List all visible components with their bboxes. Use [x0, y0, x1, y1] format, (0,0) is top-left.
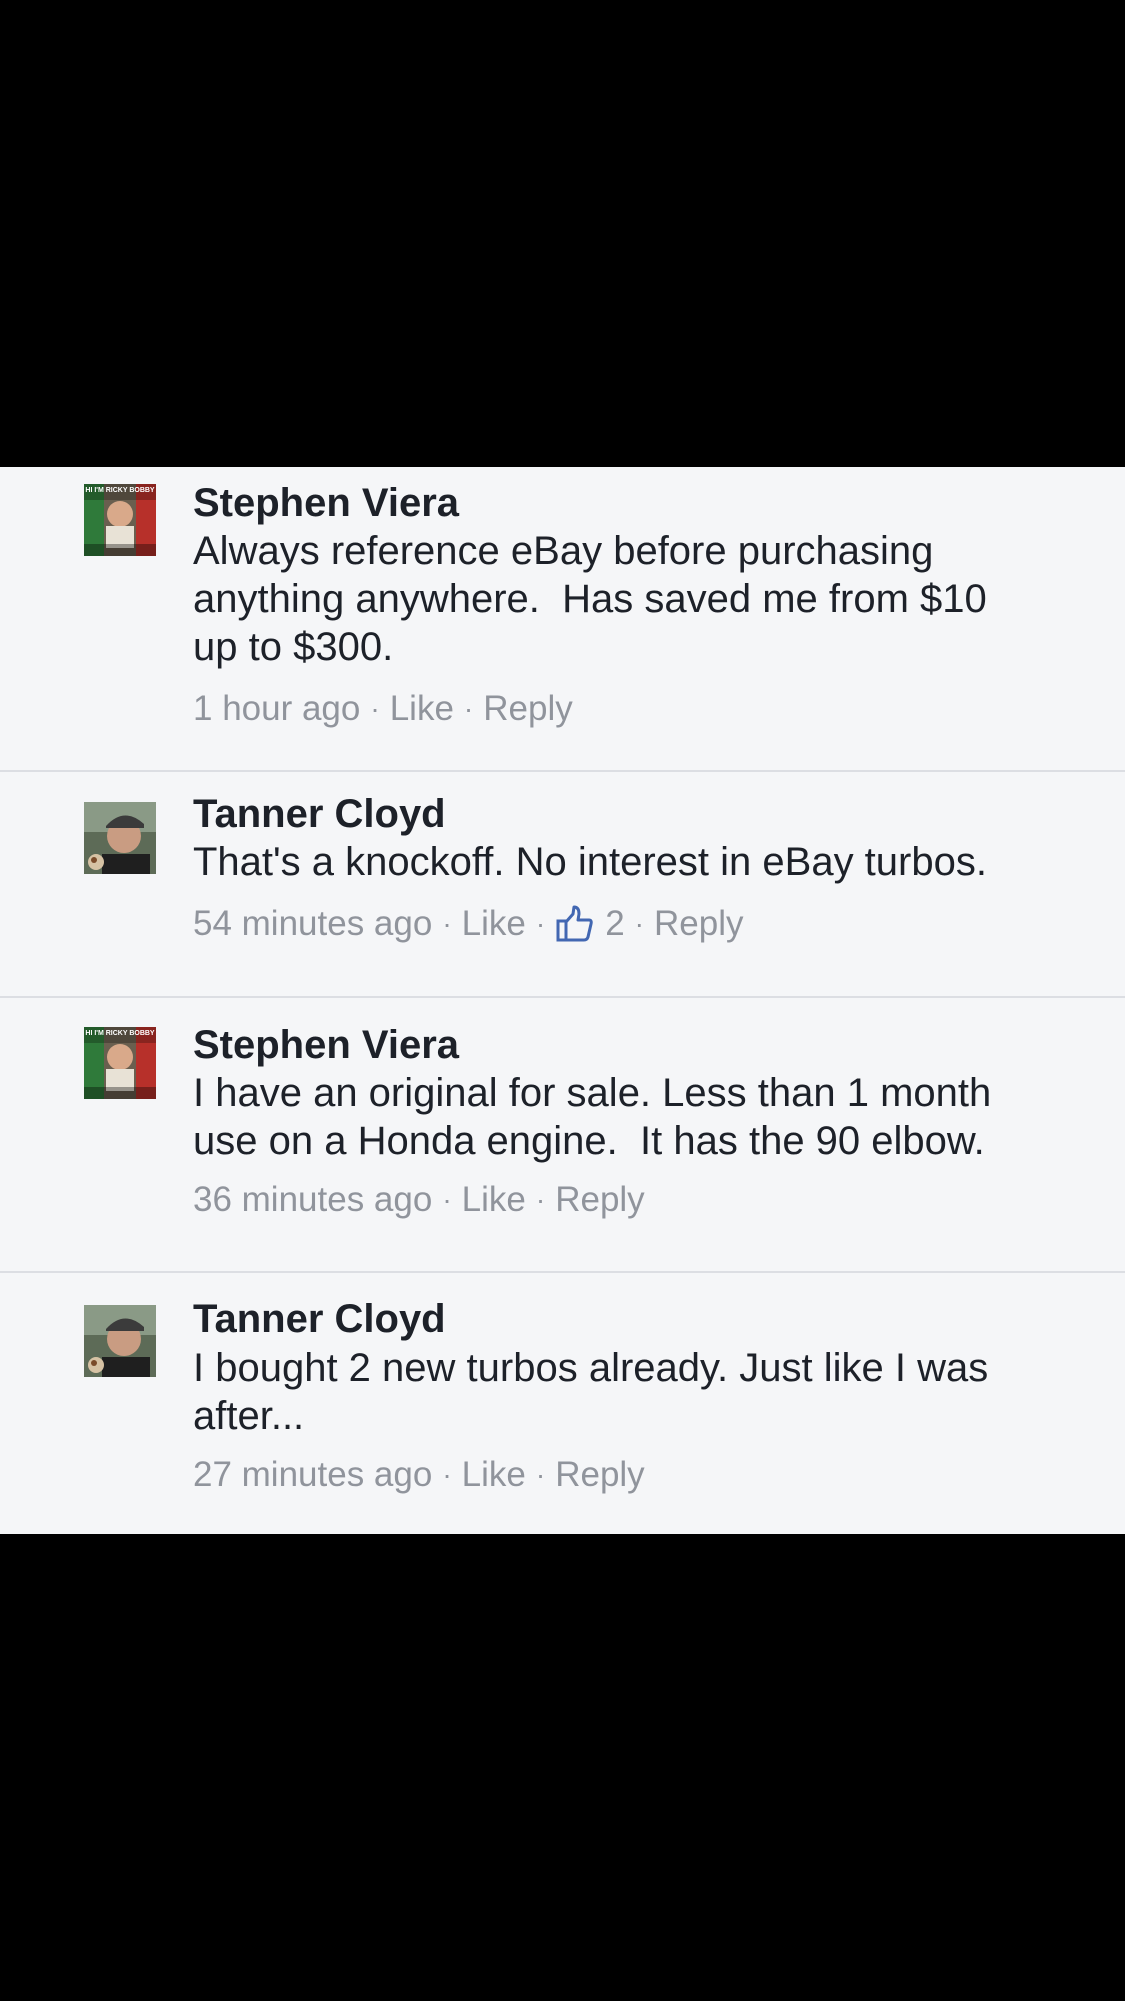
comment-item: Tanner Cloyd I bought 2 new turbos alrea… — [0, 1273, 1125, 1534]
comment-author[interactable]: Tanner Cloyd — [193, 790, 446, 838]
separator-dot: · — [535, 908, 546, 939]
man-in-cap-avatar[interactable] — [84, 1305, 156, 1377]
comment-author[interactable]: Stephen Viera — [193, 479, 459, 527]
separator-dot: · — [463, 693, 474, 724]
comment-body-line: anything anywhere. Has saved me from $10 — [193, 577, 987, 621]
like-link[interactable]: Like — [462, 1453, 526, 1497]
comment-author[interactable]: Stephen Viera — [193, 1021, 459, 1069]
like-count[interactable]: 2 — [605, 902, 624, 946]
separator-dot: · — [535, 1459, 546, 1490]
like-link[interactable]: Like — [462, 1178, 526, 1222]
reply-link[interactable]: Reply — [555, 1453, 644, 1497]
like-link[interactable]: Like — [462, 902, 526, 946]
comment-body-line: after... — [193, 1394, 305, 1438]
separator-dot: · — [370, 693, 380, 724]
separator-dot: · — [442, 1459, 452, 1490]
thumbs-up-icon — [555, 904, 595, 944]
comment-timestamp[interactable]: 1 hour ago — [193, 687, 360, 731]
comment-body-line: up to $300. — [193, 625, 394, 669]
comment-meta: 36 minutes ago · Like · Reply — [193, 1178, 645, 1222]
reply-link[interactable]: Reply — [555, 1178, 644, 1222]
comment-meta: 27 minutes ago · Like · Reply — [193, 1453, 645, 1497]
comment-thread-panel: HI I'M RICKY BOBBY Stephen Viera Always … — [0, 467, 1125, 1534]
comment-item: HI I'M RICKY BOBBY Stephen Viera I have … — [0, 998, 1125, 1271]
ricky-bobby-meme-avatar[interactable]: HI I'M RICKY BOBBY — [84, 1027, 156, 1099]
avatar-caption: HI I'M RICKY BOBBY — [85, 487, 155, 494]
reply-link[interactable]: Reply — [483, 687, 572, 731]
comment-item: Tanner Cloyd That's a knockoff. No inter… — [0, 772, 1125, 996]
comment-author[interactable]: Tanner Cloyd — [193, 1295, 446, 1343]
like-link[interactable]: Like — [390, 687, 454, 731]
comment-timestamp[interactable]: 27 minutes ago — [193, 1453, 432, 1497]
comment-timestamp[interactable]: 36 minutes ago — [193, 1178, 432, 1222]
comment-item: HI I'M RICKY BOBBY Stephen Viera Always … — [0, 467, 1125, 770]
separator-dot: · — [442, 1184, 452, 1215]
separator-dot: · — [442, 908, 452, 939]
separator-dot: · — [634, 908, 644, 939]
comment-body-line: That's a knockoff. No interest in eBay t… — [193, 840, 987, 884]
comment-body-line: I bought 2 new turbos already. Just like… — [193, 1346, 989, 1390]
reply-link[interactable]: Reply — [654, 902, 743, 946]
comment-timestamp[interactable]: 54 minutes ago — [193, 902, 432, 946]
comment-meta: 54 minutes ago · Like · 2 · Reply — [193, 902, 743, 946]
avatar-caption: HI I'M RICKY BOBBY — [85, 1030, 155, 1037]
comment-body-line: I have an original for sale. Less than 1… — [193, 1071, 992, 1115]
separator-dot: · — [535, 1184, 546, 1215]
comment-body-line: use on a Honda engine. It has the 90 elb… — [193, 1119, 985, 1163]
man-in-cap-avatar[interactable] — [84, 802, 156, 874]
ricky-bobby-meme-avatar[interactable]: HI I'M RICKY BOBBY — [84, 484, 156, 556]
comment-body-line: Always reference eBay before purchasing — [193, 529, 934, 573]
comment-meta: 1 hour ago · Like · Reply — [193, 687, 573, 731]
